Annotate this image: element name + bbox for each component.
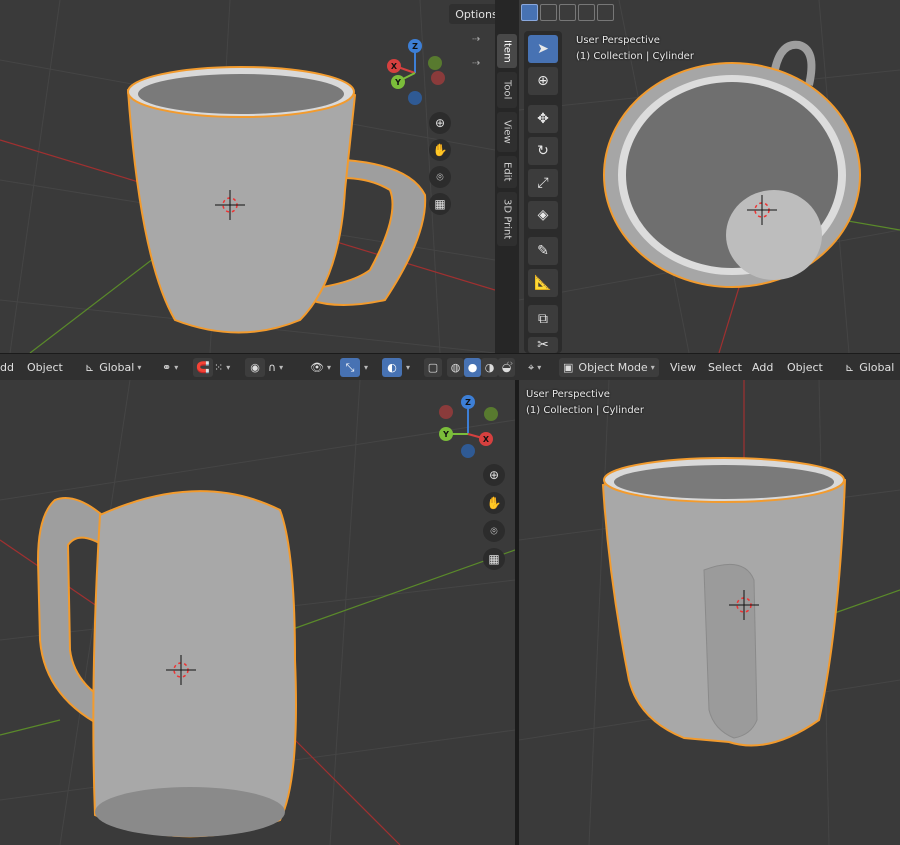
select-invert-icon[interactable] — [578, 4, 595, 21]
gizmo-neg-y-icon[interactable] — [484, 407, 498, 421]
add-cube-icon[interactable]: ⧉ — [528, 305, 558, 333]
select-subtract-icon[interactable] — [559, 4, 576, 21]
transform-orientation-icon: ⊾ — [845, 361, 855, 374]
extra-tool-icon[interactable]: ✂ — [528, 337, 558, 353]
grid-icon[interactable]: ▦ — [429, 193, 451, 215]
falloff-icon[interactable]: ∩ ▾ — [268, 358, 283, 377]
menu-add[interactable]: Add — [752, 358, 773, 377]
viewport-info: User Perspective (1) Collection | Cylind… — [526, 387, 644, 419]
viewport-top-right[interactable]: User Perspective (1) Collection | Cylind… — [519, 0, 900, 353]
overlay-dropdown-icon[interactable]: ▾ — [403, 358, 410, 377]
tab-item[interactable]: Item — [497, 34, 517, 68]
select-intersect-icon[interactable] — [597, 4, 614, 21]
mug-bottom — [726, 190, 822, 280]
move-icon[interactable]: ✥ — [528, 105, 558, 133]
view-name: User Perspective — [526, 389, 610, 400]
gizmo-dropdown-icon[interactable]: ▾ — [361, 358, 368, 377]
snap-target-icon[interactable]: ⁙ ▾ — [214, 358, 230, 377]
shading-wireframe-icon[interactable]: ◍ — [447, 358, 464, 377]
gizmo-neg-z-icon[interactable] — [408, 91, 422, 105]
navigation-gizmo[interactable]: Z Y X — [438, 394, 502, 460]
object-name: (1) Collection | Cylinder — [576, 51, 694, 62]
annotate-icon[interactable]: ✎ — [528, 237, 558, 265]
tab-3d-print[interactable]: 3D Print — [497, 192, 517, 246]
mug-scene-br — [519, 380, 900, 845]
camera-icon[interactable]: ⌾ — [483, 520, 505, 542]
viewport-header: dd Object ⊾ Global ▾ ⚭ ▾ 🧲 ⁙ ▾ ◉ ∩ ▾ 👁 ▾ ⤡ ▾ ◐… — [0, 353, 900, 380]
visibility-icon[interactable]: 👁 ▾ — [310, 358, 331, 377]
area-split-icon[interactable]: ‹› — [506, 354, 513, 373]
sidebar-tabs: Item Tool View Edit 3D Print — [495, 0, 519, 353]
mug-bottom — [95, 787, 285, 837]
scale-icon[interactable]: ⤢ — [528, 169, 558, 197]
pivot-icon[interactable]: ⚭ ▾ — [162, 358, 178, 377]
viewport-info: User Perspective (1) Collection | Cylind… — [576, 33, 694, 65]
gizmo-neg-z-icon[interactable] — [461, 444, 475, 458]
tab-tool[interactable]: Tool — [497, 72, 517, 108]
tab-edit[interactable]: Edit — [497, 156, 517, 188]
gizmo-neg-x-icon[interactable] — [431, 71, 445, 85]
hand-pan-icon[interactable]: ✋ — [429, 139, 451, 161]
overlay-toggle-icon[interactable]: ◐ — [382, 358, 402, 377]
collapse-arrow-icon[interactable]: ⇢ — [472, 58, 480, 69]
menu-select[interactable]: Select — [708, 358, 742, 377]
mug-inner — [614, 465, 834, 499]
hand-pan-icon[interactable]: ✋ — [483, 492, 505, 514]
snap-toggle-icon[interactable]: 🧲 — [193, 358, 213, 377]
options-button[interactable]: Options▾ — [449, 4, 495, 24]
gizmo-neg-y-icon[interactable] — [428, 56, 442, 70]
menu-add[interactable]: dd — [0, 358, 14, 377]
viewport-top-left[interactable]: Options▾ Z X Y ⊕ ✋ ⌾ ▦ ⇢ ⇢ — [0, 0, 495, 353]
view-name: User Perspective — [576, 35, 660, 46]
tool-shelf: ➤ ⊕ ✥ ↻ ⤢ ◈ ✎ 📐 ⧉ ✂ — [524, 31, 562, 353]
menu-object[interactable]: Object — [27, 358, 63, 377]
object-mode-icon: ▣ — [563, 361, 574, 374]
gizmo-x-icon[interactable]: X — [479, 432, 493, 446]
menu-view[interactable]: View — [670, 358, 696, 377]
gizmo-neg-x-icon[interactable] — [439, 405, 453, 419]
shading-solid-icon[interactable]: ● — [464, 358, 481, 377]
rotate-icon[interactable]: ↻ — [528, 137, 558, 165]
mug-inner — [138, 74, 344, 114]
transform-icon[interactable]: ◈ — [528, 201, 558, 229]
mode-dropdown[interactable]: ▣ Object Mode ▾ — [559, 358, 659, 377]
orientation-dropdown[interactable]: ⊾ Global ▾ — [85, 358, 141, 377]
xray-icon[interactable]: ▢ — [424, 358, 442, 377]
select-extend-icon[interactable] — [540, 4, 557, 21]
orientation-dropdown[interactable]: ⊾ Global — [845, 358, 894, 377]
menu-object[interactable]: Object — [787, 358, 823, 377]
select-mode-group — [521, 4, 614, 24]
navigation-gizmo[interactable]: Z X Y — [385, 38, 445, 108]
gizmo-z-icon[interactable]: Z — [408, 39, 422, 53]
select-new-icon[interactable] — [521, 4, 538, 21]
viewport-bottom-left[interactable]: Z Y X ⊕ ✋ ⌾ ▦ — [0, 380, 515, 845]
gizmo-y-icon[interactable]: Y — [439, 427, 453, 441]
object-name: (1) Collection | Cylinder — [526, 405, 644, 416]
gizmo-z-icon[interactable]: Z — [461, 395, 475, 409]
transform-orientation-icon: ⊾ — [85, 361, 95, 374]
gizmo-x-icon[interactable]: X — [387, 59, 401, 73]
select-box-icon[interactable]: ➤ — [528, 35, 558, 63]
zoom-icon[interactable]: ⊕ — [429, 112, 451, 134]
measure-icon[interactable]: 📐 — [528, 269, 558, 297]
camera-icon[interactable]: ⌾ — [429, 166, 451, 188]
grid-icon[interactable]: ▦ — [483, 548, 505, 570]
mug-body[interactable] — [92, 490, 297, 838]
cursor-icon[interactable]: ⊕ — [528, 67, 558, 95]
mug-handle[interactable] — [703, 563, 758, 739]
gizmo-toggle-icon[interactable]: ⤡ — [340, 358, 360, 377]
tab-view[interactable]: View — [497, 112, 517, 152]
viewport-bottom-right[interactable]: User Perspective (1) Collection | Cylind… — [519, 380, 900, 845]
collapse-arrow-icon[interactable]: ⇢ — [472, 34, 480, 45]
zoom-icon[interactable]: ⊕ — [483, 464, 505, 486]
proportional-edit-icon[interactable]: ◉ — [245, 358, 265, 377]
shading-material-icon[interactable]: ◑ — [481, 358, 498, 377]
gizmo-y-icon[interactable]: Y — [391, 75, 405, 89]
editor-type-icon[interactable]: ⌖ ▾ — [528, 358, 541, 377]
